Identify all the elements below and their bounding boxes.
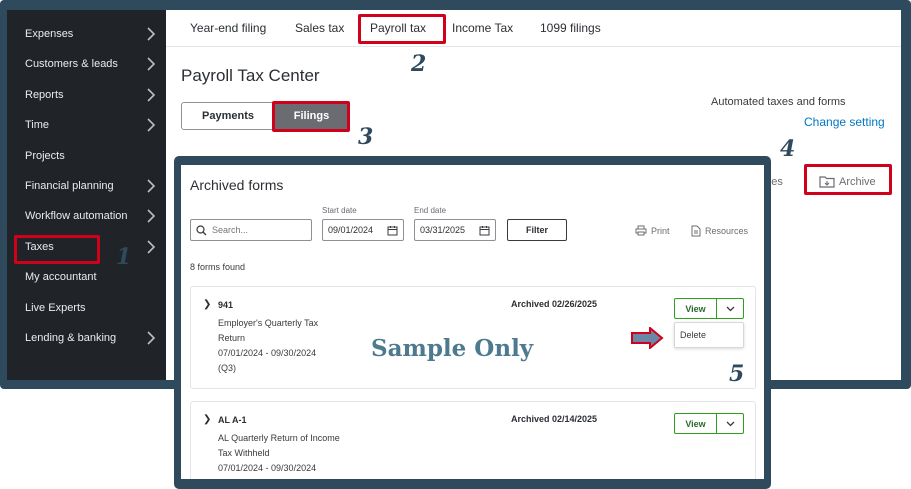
sidebar-item-label: Projects — [25, 150, 65, 162]
chevron-right-icon[interactable]: ❯ — [203, 414, 211, 425]
archived-date: Archived 02/14/2025 — [511, 414, 598, 424]
sidebar-item-time[interactable]: Time — [7, 110, 166, 140]
sidebar-item-customers-leads[interactable]: Customers & leads — [7, 49, 166, 79]
tab-1099-filings[interactable]: 1099 filings — [540, 21, 601, 35]
payments-button[interactable]: Payments — [182, 103, 274, 129]
start-date-label: Start date — [322, 206, 357, 215]
view-dropdown-toggle[interactable] — [717, 299, 743, 318]
screenshot-stage: Expenses Customers & leads Reports Time … — [0, 0, 911, 489]
automated-taxes-text: Automated taxes and forms — [711, 96, 846, 108]
search-field[interactable] — [190, 219, 312, 241]
sidebar-item-live-experts[interactable]: Live Experts — [7, 293, 166, 323]
document-icon — [691, 225, 701, 237]
form-period: 07/01/2024 - 09/30/2024 — [218, 348, 317, 358]
form-period: 07/01/2024 - 09/30/2024 — [218, 463, 317, 473]
chevron-right-icon — [147, 331, 156, 345]
calendar-icon[interactable] — [387, 225, 398, 236]
form-desc-line2: Tax Withheld — [218, 448, 270, 458]
view-button[interactable]: View — [675, 414, 717, 433]
sidebar-item-label: Financial planning — [25, 180, 114, 192]
chevron-right-icon — [147, 57, 156, 71]
sidebar-item-label: Live Experts — [25, 302, 86, 314]
sidebar-item-label: Customers & leads — [25, 58, 118, 70]
sidebar-item-label: Workflow automation — [25, 210, 128, 222]
chevron-right-icon — [147, 240, 156, 254]
view-split-button: View — [674, 298, 744, 319]
chevron-right-icon — [147, 27, 156, 41]
print-button[interactable]: Print — [635, 225, 670, 236]
form-desc-line1: Employer's Quarterly Tax — [218, 318, 319, 328]
arrow-right-icon — [631, 327, 664, 349]
archived-forms-title: Archived forms — [190, 177, 284, 193]
sidebar-item-label: Expenses — [25, 28, 74, 40]
form-desc-line1: AL Quarterly Return of Income — [218, 433, 340, 443]
resources-button[interactable]: Resources — [691, 225, 748, 237]
form-desc-line2: Return — [218, 333, 246, 343]
delete-menu-item[interactable]: Delete — [674, 322, 744, 348]
sidebar-item-projects[interactable]: Projects — [7, 141, 166, 171]
sidebar-item-lending-banking[interactable]: Lending & banking — [7, 323, 166, 353]
search-input[interactable] — [212, 225, 302, 235]
tab-sales-tax[interactable]: Sales tax — [295, 21, 344, 35]
page-title: Payroll Tax Center — [181, 66, 320, 85]
sidebar-item-expenses[interactable]: Expenses — [7, 19, 166, 49]
step-number-3: 3 — [358, 124, 374, 150]
form-description: Employer's Quarterly Tax Return 07/01/20… — [218, 316, 353, 376]
archived-date: Archived 02/26/2025 — [511, 299, 598, 309]
taxes-highlight — [14, 235, 100, 264]
sidebar-item-workflow-automation[interactable]: Workflow automation — [7, 201, 166, 231]
start-date-value: 09/01/2024 — [328, 225, 374, 235]
sample-watermark: Sample Only — [371, 335, 534, 362]
filings-highlight — [272, 101, 350, 132]
end-date-field[interactable]: 03/31/2025 — [414, 219, 496, 241]
sidebar-item-financial-planning[interactable]: Financial planning — [7, 171, 166, 201]
chevron-right-icon — [147, 118, 156, 132]
print-label: Print — [651, 225, 670, 236]
chevron-right-icon — [147, 179, 156, 193]
chevron-right-icon — [147, 209, 156, 223]
sidebar-item-reports[interactable]: Reports — [7, 80, 166, 110]
view-dropdown-toggle[interactable] — [717, 414, 743, 433]
form-quarter: (Q3) — [218, 363, 236, 373]
tab-income-tax[interactable]: Income Tax — [452, 21, 513, 35]
step-number-2: 2 — [411, 51, 427, 77]
payroll-tax-highlight — [358, 14, 446, 44]
sidebar-item-label: Lending & banking — [25, 332, 117, 344]
filter-button[interactable]: Filter — [507, 219, 567, 241]
sidebar-item-label: Reports — [25, 89, 64, 101]
archive-highlight — [804, 164, 892, 195]
chevron-down-icon — [726, 421, 734, 426]
form-code: 941 — [218, 300, 234, 310]
form-card-al-a1: ❯ AL A-1 AL Quarterly Return of Income T… — [190, 401, 756, 479]
search-icon — [196, 224, 207, 235]
step-number-5: 5 — [729, 361, 745, 387]
print-icon — [635, 225, 647, 236]
tab-year-end-filing[interactable]: Year-end filing — [190, 21, 266, 35]
end-date-value: 03/31/2025 — [420, 225, 466, 235]
chevron-right-icon — [147, 88, 156, 102]
end-date-label: End date — [414, 206, 447, 215]
change-setting-link[interactable]: Change setting — [804, 115, 885, 129]
start-date-field[interactable]: 09/01/2024 — [322, 219, 404, 241]
archived-forms-panel: Archived forms Start date 09/01/2024 End… — [181, 165, 764, 479]
resources-label: Resources — [705, 226, 749, 236]
chevron-right-icon[interactable]: ❯ — [203, 299, 211, 310]
step-number-4: 4 — [780, 136, 796, 162]
view-split-button: View — [674, 413, 744, 434]
form-code: AL A-1 — [218, 415, 247, 425]
form-description: AL Quarterly Return of Income Tax Withhe… — [218, 431, 368, 476]
tax-tabs: Year-end filing Sales tax Payroll tax In… — [166, 10, 901, 47]
forms-found-count: 8 forms found — [190, 262, 246, 272]
view-button[interactable]: View — [675, 299, 717, 318]
chevron-down-icon — [726, 306, 734, 311]
sidebar-item-my-accountant[interactable]: My accountant — [7, 262, 166, 292]
step-number-1: 1 — [116, 244, 132, 270]
sidebar-item-label: My accountant — [25, 271, 97, 283]
sidebar-item-label: Time — [25, 119, 50, 131]
calendar-icon[interactable] — [479, 225, 490, 236]
sidebar: Expenses Customers & leads Reports Time … — [7, 10, 166, 380]
